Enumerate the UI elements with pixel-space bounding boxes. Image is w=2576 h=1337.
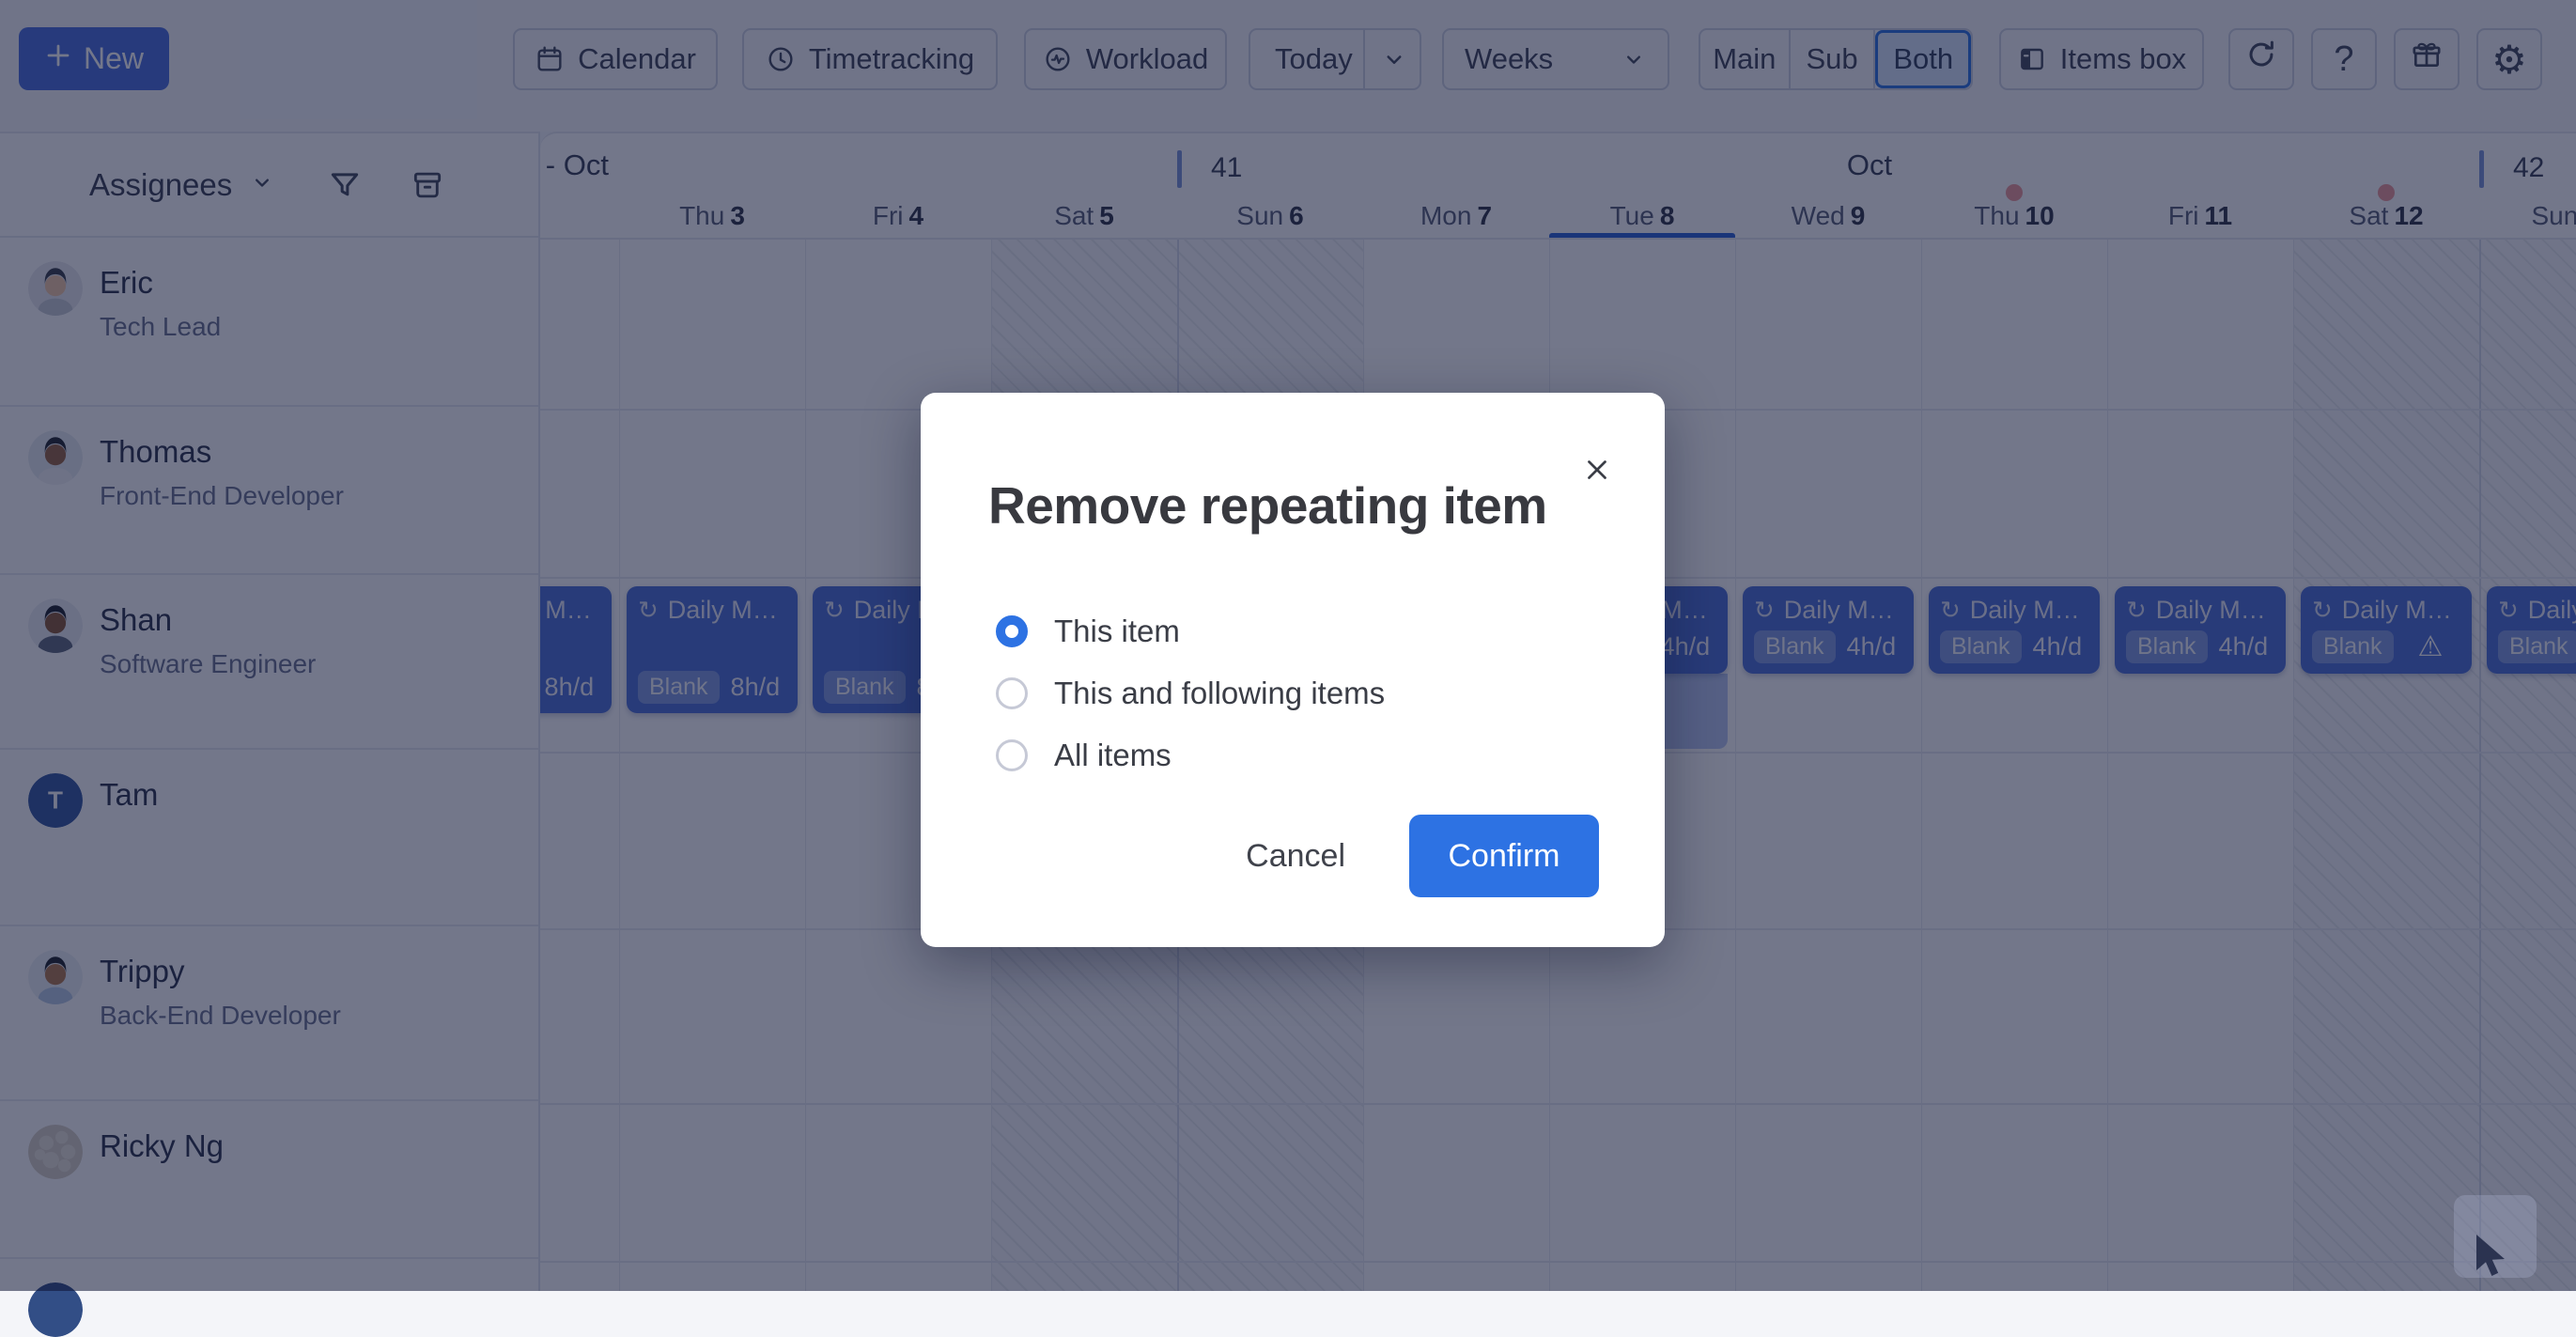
- remove-repeating-item-dialog: Remove repeating item This item This and …: [921, 393, 1665, 947]
- radio-label: This and following items: [1054, 676, 1385, 711]
- dialog-footer: Cancel Confirm: [1229, 815, 1599, 897]
- radio-option-2[interactable]: All items: [996, 738, 1385, 773]
- radio-unselected-icon[interactable]: [996, 739, 1028, 771]
- radio-selected-icon[interactable]: [996, 615, 1028, 647]
- app-root: { "toolbar": { "new_label": "New", "cale…: [0, 0, 2576, 1291]
- mouse-cursor: [2475, 1235, 2516, 1288]
- radio-group: This item This and following items All ite…: [996, 614, 1385, 773]
- cancel-button[interactable]: Cancel: [1229, 829, 1362, 884]
- confirm-button[interactable]: Confirm: [1409, 815, 1599, 897]
- close-icon: [1581, 454, 1613, 490]
- radio-label: This item: [1054, 614, 1180, 649]
- radio-unselected-icon[interactable]: [996, 677, 1028, 709]
- radio-label: All items: [1054, 738, 1172, 773]
- radio-option-0[interactable]: This item: [996, 614, 1385, 649]
- radio-option-1[interactable]: This and following items: [996, 676, 1385, 711]
- close-button[interactable]: [1578, 453, 1616, 490]
- dialog-title: Remove repeating item: [988, 475, 1597, 536]
